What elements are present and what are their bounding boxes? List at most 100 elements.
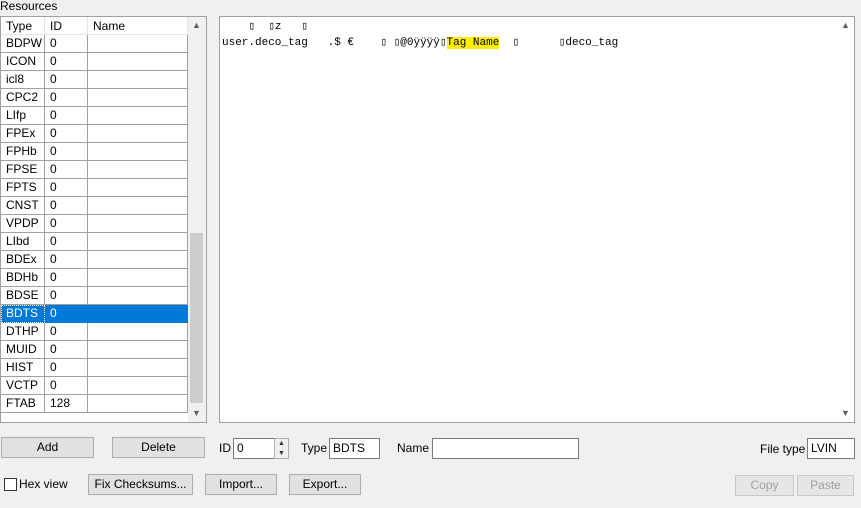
- cell-name: [88, 359, 188, 377]
- cell-type: CPC2: [1, 89, 45, 107]
- cell-id: 0: [45, 359, 88, 377]
- cell-name: [88, 305, 188, 323]
- cell-type: icl8: [1, 71, 45, 89]
- cell-type: FTAB: [1, 395, 45, 413]
- cell-name: [88, 215, 188, 233]
- hex-view-label[interactable]: Hex view: [19, 474, 68, 495]
- cell-id: 0: [45, 143, 88, 161]
- cell-id: 0: [45, 215, 88, 233]
- cell-name: [88, 197, 188, 215]
- table-row[interactable]: BDPW 0: [1, 35, 188, 53]
- table-row[interactable]: BDSE 0: [1, 287, 188, 305]
- cell-id: 0: [45, 287, 88, 305]
- column-header-name[interactable]: Name: [88, 17, 188, 35]
- content-line-2-suffix: ▯ ▯deco_tag: [499, 37, 619, 49]
- cell-id: 128: [45, 395, 88, 413]
- table-row[interactable]: icl8 0: [1, 71, 188, 89]
- table-row[interactable]: FPSE 0: [1, 161, 188, 179]
- table-row[interactable]: MUID 0: [1, 341, 188, 359]
- scroll-down-arrow-icon[interactable]: ▼: [188, 405, 205, 422]
- cell-name: [88, 107, 188, 125]
- file-type-field[interactable]: LVIN: [807, 438, 855, 459]
- table-row[interactable]: CNST 0: [1, 197, 188, 215]
- add-button[interactable]: Add: [1, 437, 94, 458]
- cell-type: VPDP: [1, 215, 45, 233]
- cell-name: [88, 53, 188, 71]
- content-line-2: user.deco_tag .$ € ▯ ▯@0ÿÿÿÿ▯Tag Name ▯ …: [222, 35, 618, 49]
- table-row[interactable]: ICON 0: [1, 53, 188, 71]
- cell-type: BDSE: [1, 287, 45, 305]
- delete-button[interactable]: Delete: [112, 437, 205, 458]
- resource-content-view[interactable]: ▯ ▯z ▯ user.deco_tag .$ € ▯ ▯@0ÿÿÿÿ▯Tag …: [219, 16, 855, 423]
- table-row[interactable]: BDHb 0: [1, 269, 188, 287]
- cell-name: [88, 233, 188, 251]
- cell-type: FPTS: [1, 179, 45, 197]
- cell-name: [88, 125, 188, 143]
- scroll-up-arrow-icon[interactable]: ▲: [188, 17, 205, 34]
- table-row[interactable]: FTAB 128: [1, 395, 188, 413]
- cell-type: DTHP: [1, 323, 45, 341]
- table-row[interactable]: FPTS 0: [1, 179, 188, 197]
- id-field[interactable]: 0: [233, 438, 276, 459]
- stepper-up-icon[interactable]: ▲: [275, 439, 288, 449]
- cell-id: 0: [45, 53, 88, 71]
- export-button[interactable]: Export...: [289, 474, 361, 495]
- cell-id: 0: [45, 89, 88, 107]
- table-row[interactable]: LIfp 0: [1, 107, 188, 125]
- import-button[interactable]: Import...: [205, 474, 277, 495]
- cell-name: [88, 287, 188, 305]
- column-header-id[interactable]: ID: [45, 17, 88, 35]
- cell-id: 0: [45, 377, 88, 395]
- fix-checksums-button[interactable]: Fix Checksums...: [88, 474, 193, 495]
- scroll-thumb[interactable]: [190, 233, 203, 403]
- scroll-down-arrow-icon[interactable]: ▼: [837, 405, 854, 422]
- type-label: Type: [301, 441, 328, 455]
- cell-type: FPHb: [1, 143, 45, 161]
- cell-id: 0: [45, 125, 88, 143]
- table-row[interactable]: HIST 0: [1, 359, 188, 377]
- cell-id: 0: [45, 179, 88, 197]
- cell-type: VCTP: [1, 377, 45, 395]
- cell-id: 0: [45, 161, 88, 179]
- paste-button[interactable]: Paste: [797, 475, 854, 496]
- table-row[interactable]: VCTP 0: [1, 377, 188, 395]
- id-stepper[interactable]: ▲ ▼: [274, 438, 289, 459]
- content-line-2-prefix: user.deco_tag .$ € ▯ ▯@0ÿÿÿÿ▯: [222, 37, 447, 49]
- cell-id: 0: [45, 233, 88, 251]
- cell-type: LIbd: [1, 233, 45, 251]
- cell-name: [88, 251, 188, 269]
- cell-id: 0: [45, 71, 88, 89]
- scroll-up-arrow-icon[interactable]: ▲: [837, 17, 854, 34]
- cell-name: [88, 269, 188, 287]
- cell-type: BDTS: [1, 305, 45, 323]
- table-row[interactable]: FPEx 0: [1, 125, 188, 143]
- table-row[interactable]: BDEx 0: [1, 251, 188, 269]
- table-row[interactable]: LIbd 0: [1, 233, 188, 251]
- column-header-type[interactable]: Type: [1, 17, 45, 35]
- cell-name: [88, 143, 188, 161]
- table-row[interactable]: VPDP 0: [1, 215, 188, 233]
- hex-view-checkbox[interactable]: [4, 478, 17, 491]
- cell-name: [88, 395, 188, 413]
- highlighted-text: Tag Name: [446, 37, 500, 49]
- table-row[interactable]: DTHP 0: [1, 323, 188, 341]
- cell-type: BDPW: [1, 35, 45, 53]
- table-scrollbar[interactable]: ▲ ▼: [188, 17, 206, 422]
- cell-id: 0: [45, 305, 88, 323]
- resource-table[interactable]: Type ID Name BDPW 0 ICON 0 icl8 0 CPC2 0 LIfp 0 FP…: [0, 16, 207, 423]
- table-row[interactable]: CPC2 0: [1, 89, 188, 107]
- table-row[interactable]: FPHb 0: [1, 143, 188, 161]
- cell-type: HIST: [1, 359, 45, 377]
- cell-name: [88, 323, 188, 341]
- content-scrollbar[interactable]: ▲ ▼: [837, 17, 854, 422]
- table-row[interactable]: BDTS 0: [1, 305, 188, 323]
- cell-id: 0: [45, 107, 88, 125]
- content-line-1: ▯ ▯z ▯: [222, 21, 308, 33]
- cell-name: [88, 35, 188, 53]
- type-field[interactable]: BDTS: [329, 438, 380, 459]
- copy-button[interactable]: Copy: [735, 475, 794, 496]
- stepper-down-icon[interactable]: ▼: [275, 449, 288, 459]
- name-field[interactable]: [432, 438, 579, 459]
- cell-id: 0: [45, 323, 88, 341]
- cell-type: FPEx: [1, 125, 45, 143]
